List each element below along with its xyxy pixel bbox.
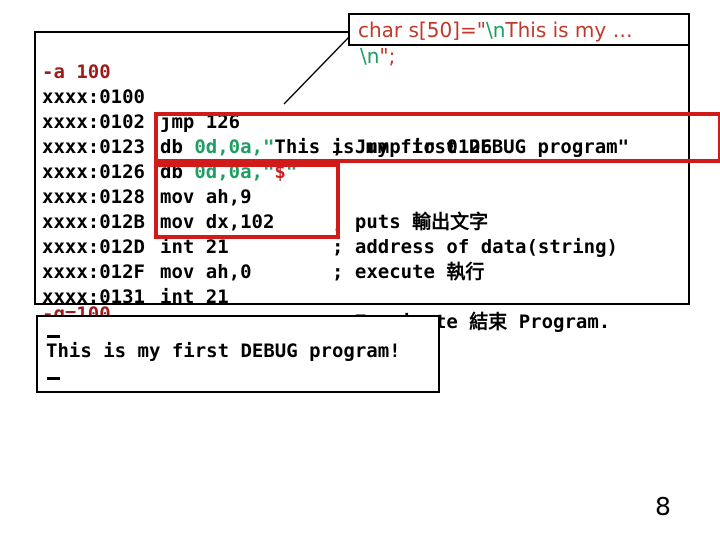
debug-listing-box: -a 100 xxxx:0100 jmp 126 ; Jump to 0126 … — [34, 31, 720, 333]
c-declaration-part1: char s[50]=" — [358, 18, 486, 42]
output-cursor-top — [47, 335, 60, 338]
listing-row-0126: xxxx:0126 mov ah,9 ; puts 輸出文字 — [36, 135, 688, 233]
page-number: 8 — [655, 492, 671, 521]
listing-row-g-command: -g=100 — [36, 277, 688, 325]
c-declaration-text: char s[50]="\nThis is my … — [358, 18, 633, 42]
c-declaration-part2: This is my … — [505, 18, 633, 42]
listing-row-0128: xxxx:0128 mov dx,102 ; address of data(s… — [36, 160, 688, 258]
program-output-box: This is my first DEBUG program! — [36, 315, 440, 393]
output-cursor-bottom — [47, 377, 60, 380]
listing-row-012F: xxxx:012F int 21 ; Terminate 結束 Program. — [36, 235, 688, 333]
c-declaration-callout: char s[50]="\nThis is my … — [348, 13, 690, 46]
listing-row-0102: xxxx:0102 db 0d,0a,"This is my first DEB… — [36, 85, 688, 158]
listing-row-012D: xxxx:012D mov ah,0 — [36, 210, 688, 283]
c-declaration-terminator: "; — [379, 44, 396, 68]
c-declaration-continuation: \n"; — [360, 44, 395, 68]
c-declaration-escape-1: \n — [485, 18, 506, 42]
program-output-text: This is my first DEBUG program! — [46, 340, 401, 362]
listing-row-012B: xxxx:012B int 21 ; execute 執行 — [36, 185, 688, 283]
listing-row-0123: xxxx:0123 db 0d,0a,"$" — [36, 110, 688, 183]
c-declaration-escape-2: \n — [360, 44, 380, 68]
